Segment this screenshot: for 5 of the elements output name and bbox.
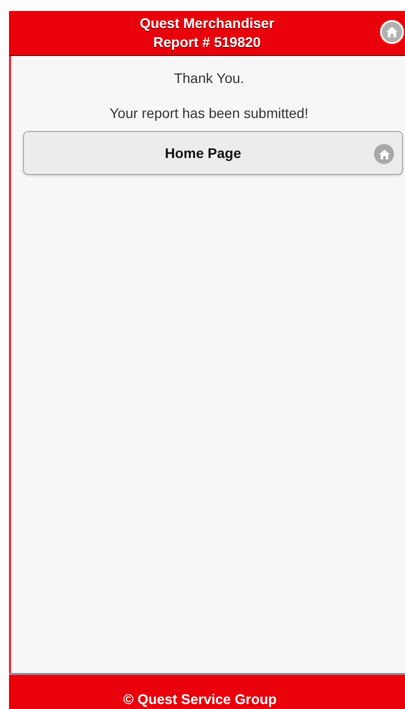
header-title: Quest Merchandiser Report # 519820	[140, 14, 274, 52]
message-text: Thank You.	[172, 70, 246, 86]
message-text: Your report has been submitted!	[108, 105, 310, 121]
home-page-button[interactable]: Home Page	[23, 131, 403, 175]
copyright-text: © Quest Service Group	[123, 691, 277, 707]
